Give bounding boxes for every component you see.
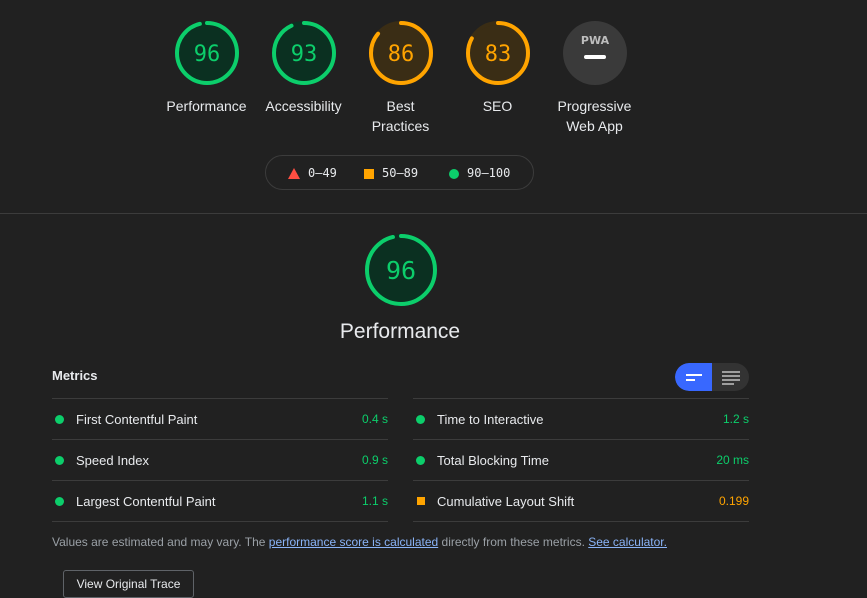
gauge-pwa[interactable]: PWA Progressive Web App	[546, 20, 643, 136]
metric-name: First Contentful Paint	[76, 412, 198, 427]
metric-value: 0.4 s	[361, 412, 388, 426]
pass-circle-icon	[416, 415, 425, 424]
legend-average-range: 50–89	[382, 166, 419, 180]
metric-time-to-interactive[interactable]: Time to Interactive 1.2 s	[413, 398, 749, 439]
pwa-badge-text: PWA	[580, 34, 609, 47]
gauge-accessibility-score: 93	[290, 42, 317, 67]
legend-item-average: 50–89	[364, 166, 418, 180]
metrics-column-right: Time to Interactive 1.2 s Total Blocking…	[413, 398, 749, 522]
section-divider	[0, 213, 867, 214]
metric-total-blocking-time[interactable]: Total Blocking Time 20 ms	[413, 439, 749, 480]
metric-first-contentful-paint[interactable]: First Contentful Paint 0.4 s	[52, 398, 388, 439]
expanded-view-icon-line	[722, 383, 734, 385]
legend-pass-range: 90–100	[467, 166, 511, 180]
score-legend: 0–49 50–89 90–100	[265, 155, 534, 190]
metrics-view-toggle[interactable]	[675, 363, 749, 391]
metrics-header: Metrics	[52, 368, 98, 383]
expanded-view-icon-line	[722, 375, 740, 377]
gauge-seo-label: SEO	[482, 98, 513, 114]
metric-value: 20 ms	[716, 453, 749, 467]
metric-largest-contentful-paint[interactable]: Largest Contentful Paint 1.1 s	[52, 480, 388, 522]
gauge-performance[interactable]: 96 Performance	[158, 20, 255, 116]
metric-value: 1.2 s	[722, 412, 749, 426]
metric-name: Cumulative Layout Shift	[437, 494, 575, 509]
gauge-best-practices-ring: 86	[368, 21, 433, 85]
gauge-best-practices[interactable]: 86 Best Practices	[352, 20, 449, 136]
pwa-badge-icon: PWA	[562, 21, 627, 85]
legend-fail-range: 0–49	[308, 166, 337, 180]
metric-cumulative-layout-shift[interactable]: Cumulative Layout Shift 0.199	[413, 480, 749, 522]
gauge-accessibility[interactable]: 93 Accessibility	[255, 20, 352, 116]
expanded-view-icon	[722, 371, 740, 373]
gauge-pwa-label-line2: Web App	[566, 118, 623, 134]
pass-circle-icon	[416, 456, 425, 465]
expanded-view-icon-line	[722, 379, 740, 381]
gauge-best-practices-label: Best Practices	[352, 96, 449, 136]
note-middle: directly from these metrics.	[438, 535, 589, 549]
legend-item-pass: 90–100	[449, 166, 510, 180]
metric-value: 0.9 s	[361, 453, 388, 467]
metrics-column-left: First Contentful Paint 0.4 s Speed Index…	[52, 398, 388, 522]
metric-name: Time to Interactive	[437, 412, 544, 427]
metrics-note: Values are estimated and may vary. The p…	[52, 535, 667, 549]
metric-value: 1.1 s	[361, 494, 388, 508]
compact-view-icon	[686, 374, 702, 376]
gauge-performance-score: 96	[193, 42, 220, 67]
gauge-accessibility-ring: 93	[271, 21, 336, 85]
pass-circle-icon	[55, 497, 64, 506]
gauge-pwa-label-line1: Progressive	[557, 98, 632, 114]
pass-circle-icon	[55, 456, 64, 465]
category-gauges: 96 Performance 93 Accessibility 86 Best …	[0, 0, 867, 150]
metric-name: Speed Index	[76, 453, 150, 468]
pass-circle-icon	[55, 415, 64, 424]
compact-view-icon-line	[686, 379, 695, 381]
gauge-accessibility-label: Accessibility	[265, 98, 342, 114]
gauge-performance-ring: 96	[174, 21, 239, 85]
pwa-dash-icon	[583, 55, 606, 59]
average-square-icon	[417, 497, 425, 505]
gauge-seo-ring: 83	[465, 21, 530, 85]
gauge-seo-score: 83	[484, 42, 511, 67]
metric-name: Total Blocking Time	[437, 453, 549, 468]
view-original-trace-button[interactable]: View Original Trace	[63, 570, 194, 598]
performance-title: Performance	[339, 320, 461, 343]
gauge-best-practices-score: 86	[387, 42, 414, 67]
gauge-performance-label: Performance	[166, 98, 247, 114]
triangle-icon	[288, 168, 300, 179]
circle-icon	[449, 168, 459, 179]
see-calculator-link[interactable]: See calculator.	[588, 535, 667, 549]
square-icon	[364, 168, 374, 179]
metric-value: 0.199	[718, 494, 749, 508]
compact-view-button[interactable]	[675, 363, 712, 391]
score-calculation-link[interactable]: performance score is calculated	[269, 535, 438, 549]
performance-gauge: 96	[365, 234, 437, 306]
gauge-pwa-label: Progressive Web App	[546, 96, 643, 136]
performance-score: 96	[386, 256, 416, 285]
expanded-view-button[interactable]	[712, 363, 749, 391]
legend-item-fail: 0–49	[288, 166, 337, 180]
gauge-best-practices-label-line2: Practices	[371, 118, 430, 134]
metric-speed-index[interactable]: Speed Index 0.9 s	[52, 439, 388, 480]
metric-name: Largest Contentful Paint	[76, 494, 216, 509]
note-prefix: Values are estimated and may vary. The	[52, 535, 269, 549]
gauge-seo[interactable]: 83 SEO	[449, 20, 546, 116]
gauge-best-practices-label-line1: Best	[386, 98, 415, 114]
